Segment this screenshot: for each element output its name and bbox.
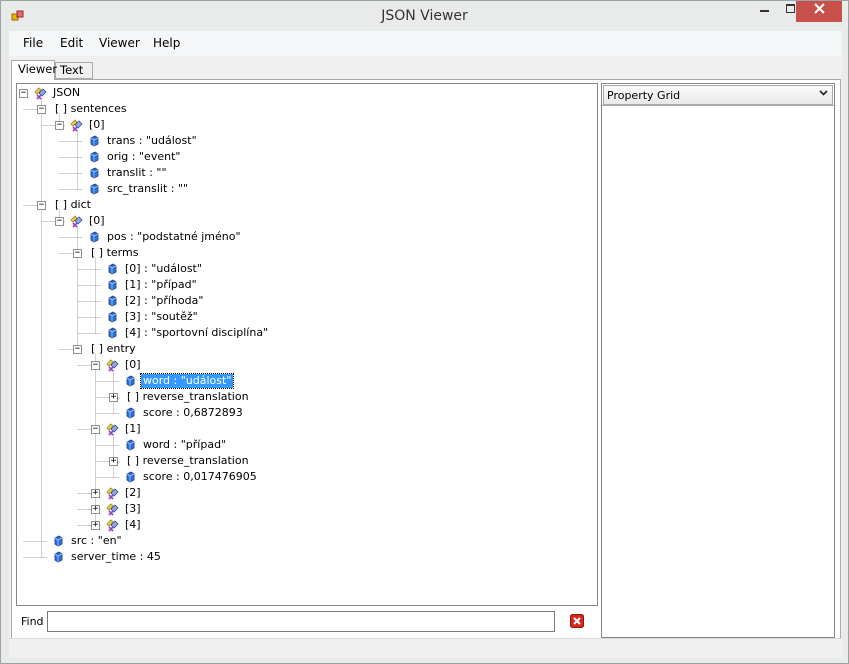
menu-viewer[interactable]: Viewer: [99, 36, 140, 50]
value-icon: [103, 325, 121, 341]
tree-node-label: [ ] reverse_translation: [127, 390, 249, 403]
value-icon: [85, 133, 103, 149]
tree-node-label: [4] : "sportovní disciplína": [125, 326, 269, 339]
value-icon: [103, 277, 121, 293]
tab-text[interactable]: Text: [55, 62, 93, 79]
collapse-icon[interactable]: −: [19, 89, 28, 98]
collapse-icon[interactable]: −: [91, 425, 100, 434]
tree-node-label: [1] : "případ": [125, 278, 197, 291]
tree-node-label: [3] : "soutěž": [125, 310, 198, 323]
tree-node-label: [0]: [125, 358, 141, 371]
value-icon: [49, 533, 67, 549]
tree-node-label: [ ] terms: [91, 246, 139, 259]
value-icon: [103, 309, 121, 325]
value-icon: [85, 165, 103, 181]
chevron-down-icon: [819, 90, 828, 96]
tree-node-label: [0]: [89, 118, 105, 131]
object-icon: [103, 501, 121, 517]
tree-node-label: [ ] dict: [55, 198, 91, 211]
tree-node-label: [0] : "událost": [125, 262, 202, 275]
collapse-icon[interactable]: −: [91, 361, 100, 370]
menu-file[interactable]: File: [23, 36, 43, 50]
find-label: Find: [21, 615, 44, 628]
tree-node-label: JSON: [53, 86, 81, 99]
expand-icon[interactable]: +: [91, 489, 100, 498]
tree-node-label: translit : "": [107, 166, 167, 179]
minimize-icon: [760, 10, 769, 12]
value-icon: [121, 437, 139, 453]
window-title: JSON Viewer: [381, 8, 468, 24]
menu-bar: File Edit Viewer Help: [9, 31, 842, 56]
value-icon: [85, 149, 103, 165]
menu-edit[interactable]: Edit: [60, 36, 83, 50]
object-icon: [103, 357, 121, 373]
collapse-icon[interactable]: −: [73, 249, 82, 258]
object-icon: [103, 421, 121, 437]
value-icon: [121, 405, 139, 421]
object-icon: [103, 517, 121, 533]
collapse-icon[interactable]: −: [55, 121, 64, 130]
tree-node-label: [1]: [125, 422, 141, 435]
expand-icon[interactable]: +: [91, 505, 100, 514]
tree-node-label: [ ] reverse_translation: [127, 454, 249, 467]
tree-node-label: [4]: [125, 518, 141, 531]
value-icon: [85, 181, 103, 197]
collapse-icon[interactable]: −: [73, 345, 82, 354]
client-area: Viewer Text − JSON −[ ] sentences − [0] trans…: [9, 56, 842, 658]
tree-node-label: pos : "podstatné jméno": [107, 230, 241, 243]
property-grid[interactable]: Property Grid: [601, 83, 835, 638]
close-button[interactable]: [796, 1, 842, 22]
property-grid-selector[interactable]: Property Grid: [603, 85, 833, 105]
tree-node-label: score : 0,017476905: [143, 470, 257, 483]
status-bar: [9, 638, 842, 658]
tree-node-label: src_translit : "": [107, 182, 189, 195]
close-icon: [813, 3, 825, 14]
tree-node-label: trans : "událost": [107, 134, 197, 147]
menu-help[interactable]: Help: [153, 36, 180, 50]
tree-node-label: server_time : 45: [71, 550, 161, 563]
tree-node-label: [3]: [125, 502, 141, 515]
tree-node-label: [ ] entry: [91, 342, 136, 355]
expand-icon[interactable]: +: [109, 457, 118, 466]
value-icon: [49, 549, 67, 565]
value-icon: [103, 261, 121, 277]
property-grid-divider: [602, 105, 834, 106]
clear-search-icon[interactable]: [570, 614, 584, 628]
collapse-icon[interactable]: −: [37, 105, 46, 114]
tree-node-label: [0]: [89, 214, 105, 227]
tree-node-label: orig : "event": [107, 150, 181, 163]
collapse-icon[interactable]: −: [55, 217, 64, 226]
minimize-button[interactable]: [752, 1, 778, 22]
object-icon: [31, 85, 49, 101]
tree-node-label: [ ] sentences: [55, 102, 127, 115]
tree-node-label: src : "en": [71, 534, 122, 547]
app-window: JSON Viewer File Edit Viewer Help Viewer…: [0, 0, 849, 664]
value-icon: [121, 469, 139, 485]
object-icon: [103, 485, 121, 501]
object-icon: [67, 117, 85, 133]
value-icon: [85, 229, 103, 245]
collapse-icon[interactable]: −: [37, 201, 46, 210]
tree-node-label: [2] : "příhoda": [125, 294, 204, 307]
tree-node-label: word : "případ": [143, 438, 227, 451]
tab-viewer[interactable]: Viewer: [11, 60, 57, 80]
object-icon: [67, 213, 85, 229]
title-bar[interactable]: JSON Viewer: [1, 1, 848, 31]
maximize-icon: [786, 4, 795, 13]
value-icon: [103, 293, 121, 309]
expand-icon[interactable]: +: [109, 393, 118, 402]
tree-node-label: score : 0,6872893: [143, 406, 243, 419]
tree-node-label: [2]: [125, 486, 141, 499]
json-tree-view[interactable]: − JSON −[ ] sentences − [0] trans : "událost"…: [16, 83, 598, 606]
find-input[interactable]: [47, 611, 555, 632]
value-icon: [121, 373, 139, 389]
expand-icon[interactable]: +: [91, 521, 100, 530]
property-grid-label: Property Grid: [607, 89, 681, 102]
tree-node-label: word : "událost": [139, 373, 235, 389]
